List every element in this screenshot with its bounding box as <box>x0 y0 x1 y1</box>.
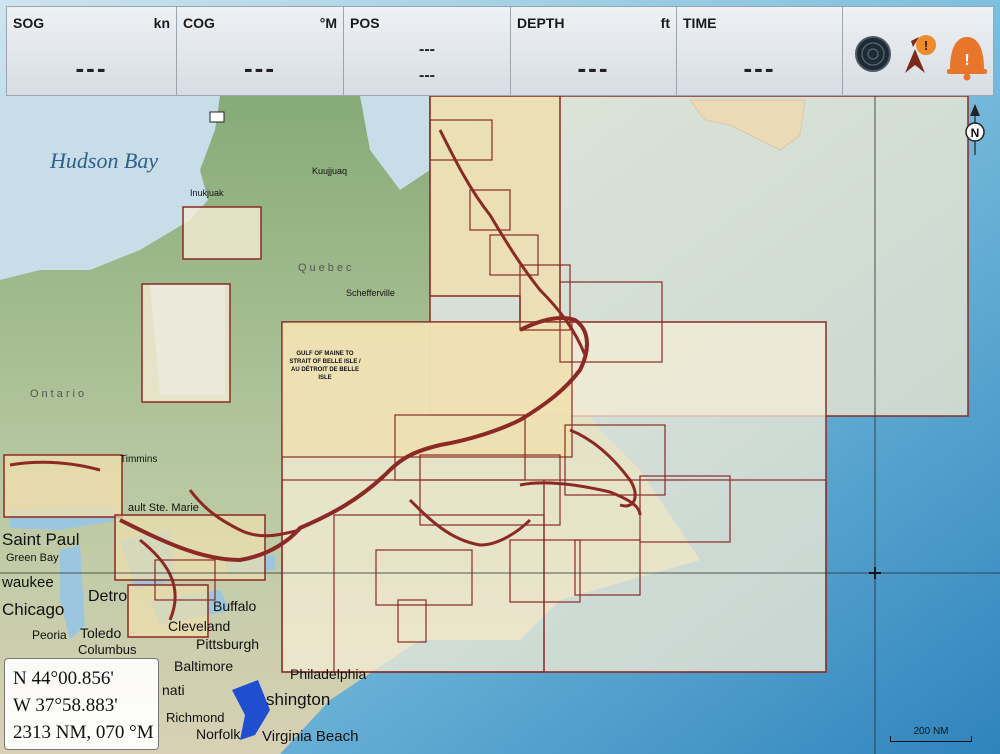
label-norfolk: Norfolk <box>196 726 241 742</box>
label-chicago: Chicago <box>2 600 65 619</box>
cursor-latitude: N 44°00.856' <box>13 668 114 689</box>
sog-field[interactable]: SOG kn --- <box>7 7 177 95</box>
label-quebec: Quebec <box>298 262 355 274</box>
depth-unit: ft <box>660 15 670 31</box>
cog-field[interactable]: COG °M --- <box>177 7 344 95</box>
alarm-icon[interactable]: ! <box>947 37 987 81</box>
depth-field[interactable]: DEPTH ft --- <box>511 7 677 95</box>
svg-text:!: ! <box>964 52 969 69</box>
label-cincinnati: nati <box>162 682 185 698</box>
label-milwaukee: waukee <box>2 574 54 591</box>
chart-area-hudson-inset[interactable] <box>182 206 262 260</box>
label-buffalo: Buffalo <box>213 598 257 614</box>
cursor-longitude: W 37°58.883' <box>13 695 118 716</box>
cursor-range-bearing: 2313 NM, 070 °M <box>13 722 154 743</box>
depth-value: --- <box>577 53 610 83</box>
time-field[interactable]: TIME --- <box>677 7 843 95</box>
status-icons: ! ! <box>843 7 993 95</box>
label-columbus: Columbus <box>78 642 137 657</box>
label-washington: shington <box>266 690 331 709</box>
time-label: TIME <box>683 15 717 31</box>
chart-area-hudson-small[interactable] <box>209 111 225 123</box>
pos-field[interactable]: POS --- --- <box>344 7 511 95</box>
cog-unit: °M <box>319 15 337 31</box>
instrument-data-bar: SOG kn --- COG °M --- POS --- --- DEPTH … <box>6 6 994 96</box>
pos-value-lat: --- <box>419 41 435 58</box>
sog-label: SOG <box>13 15 45 31</box>
label-ontario: Ontario <box>30 388 88 400</box>
label-green-bay: Green Bay <box>6 552 59 564</box>
sog-value: --- <box>75 53 108 83</box>
label-hudson-bay: Hudson Bay <box>50 148 159 173</box>
label-virginia-beach: Virginia Beach <box>262 728 359 745</box>
chart-area-labrador[interactable] <box>429 95 561 331</box>
label-kuujjuaq: Kuujjuaq <box>312 166 348 176</box>
label-timmins: Timmins <box>120 454 158 465</box>
radar-icon[interactable] <box>855 36 891 72</box>
cog-value: --- <box>244 53 276 83</box>
label-philadelphia: Philadelphia <box>290 666 367 682</box>
label-saint-paul: Saint Paul <box>2 530 80 549</box>
label-inukjuak: Inukjuak <box>190 188 224 198</box>
time-value: --- <box>743 53 776 83</box>
chart-map[interactable]: N <box>0 0 1000 754</box>
pos-label: POS <box>350 15 380 31</box>
chart-title-panel[interactable] <box>281 321 573 458</box>
label-richmond: Richmond <box>166 710 225 725</box>
cog-label: COG <box>183 15 215 31</box>
chart-area-james-bay[interactable] <box>141 283 231 403</box>
label-peoria: Peoria <box>32 628 67 642</box>
north-indicator-label: N <box>971 126 980 140</box>
label-schefferville: Schefferville <box>346 288 395 298</box>
chart-plotter-screen: N Hudson Bay Ontario Quebec Inukjuak Kuu… <box>0 0 1000 754</box>
ais-warning-icon[interactable]: ! <box>905 35 936 73</box>
label-cleveland: Cleveland <box>168 618 231 634</box>
label-sault: ault Ste. Marie <box>128 502 199 514</box>
chart-title-label: GULF OF MAINE TO STRAIT OF BELLE ISLE / … <box>289 351 361 381</box>
map-scale-bar: 200 NM <box>886 726 976 746</box>
cursor-position-readout[interactable]: N 44°00.856' W 37°58.883' 2313 NM, 070 °… <box>4 658 159 750</box>
chart-area-lake-huron[interactable] <box>114 514 266 581</box>
label-baltimore: Baltimore <box>174 658 234 674</box>
label-detroit: Detro <box>88 588 128 605</box>
label-pittsburgh: Pittsburgh <box>196 636 260 652</box>
svg-text:!: ! <box>924 38 928 53</box>
sog-unit: kn <box>153 15 170 31</box>
scale-bar-line <box>890 736 972 742</box>
label-toledo: Toledo <box>80 625 122 641</box>
pos-value-lon: --- <box>419 67 435 84</box>
depth-label: DEPTH <box>517 15 565 31</box>
